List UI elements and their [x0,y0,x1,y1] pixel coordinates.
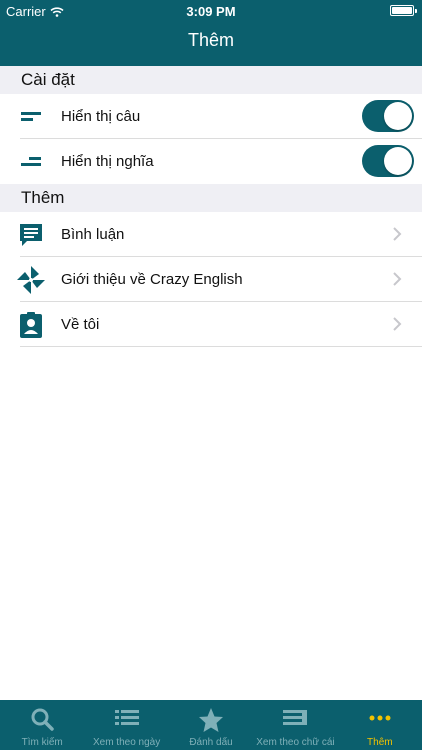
contact-card-icon [16,310,46,340]
chevron-right-icon [393,227,402,241]
text-list-icon [283,710,308,725]
more-row-about-me[interactable]: Về tôi [0,302,422,347]
tab-by-letter[interactable]: Xem theo chữ cái [253,700,337,750]
status-time: 3:09 PM [186,4,236,19]
more-label-comments: Bình luận [61,226,125,243]
tab-bar: Tìm kiếm Xem theo ngày Đánh dấu Xem theo… [0,700,422,750]
more-label-about-app: Giới thiệu về Crazy English [61,271,243,288]
tab-more[interactable]: Thêm [338,700,422,750]
comment-icon [16,220,46,250]
align-right-icon [16,147,46,177]
tab-bookmarks[interactable]: Đánh dấu [169,700,253,750]
settings-label-show-meaning: Hiển thị nghĩa [61,153,154,170]
tab-label-bookmarks: Đánh dấu [189,737,233,748]
more-label-about-me: Về tôi [61,316,100,333]
show-sentence-toggle[interactable] [362,100,414,132]
pinwheel-icon [16,265,46,295]
navigation-bar: Carrier 3:09 PM Thêm [0,0,422,66]
more-icon [369,715,391,721]
settings-row-show-sentence: Hiển thị câu [0,94,422,139]
tab-label-search: Tìm kiếm [21,737,63,748]
tab-label-by-date: Xem theo ngày [92,737,161,748]
status-bar: Carrier 3:09 PM [0,0,422,22]
battery-icon [390,5,417,16]
align-left-icon [16,102,46,132]
star-icon [199,708,224,732]
search-icon [31,708,54,731]
more-row-about-app[interactable]: Giới thiệu về Crazy English [0,257,422,302]
settings-row-show-meaning: Hiển thị nghĩa [0,139,422,184]
chevron-right-icon [393,317,402,331]
section-header-more: Thêm [0,184,422,212]
more-row-comments[interactable]: Bình luận [0,212,422,257]
tab-search[interactable]: Tìm kiếm [0,700,84,750]
chevron-right-icon [393,272,402,286]
show-meaning-toggle[interactable] [362,145,414,177]
section-header-settings: Cài đặt [0,66,422,94]
settings-label-show-sentence: Hiển thị câu [61,108,141,125]
tab-by-date[interactable]: Xem theo ngày [84,700,168,750]
tab-label-more: Thêm [367,737,393,748]
list-icon [114,710,139,725]
tab-label-by-letter: Xem theo chữ cái [256,737,335,748]
page-title: Thêm [187,30,234,50]
